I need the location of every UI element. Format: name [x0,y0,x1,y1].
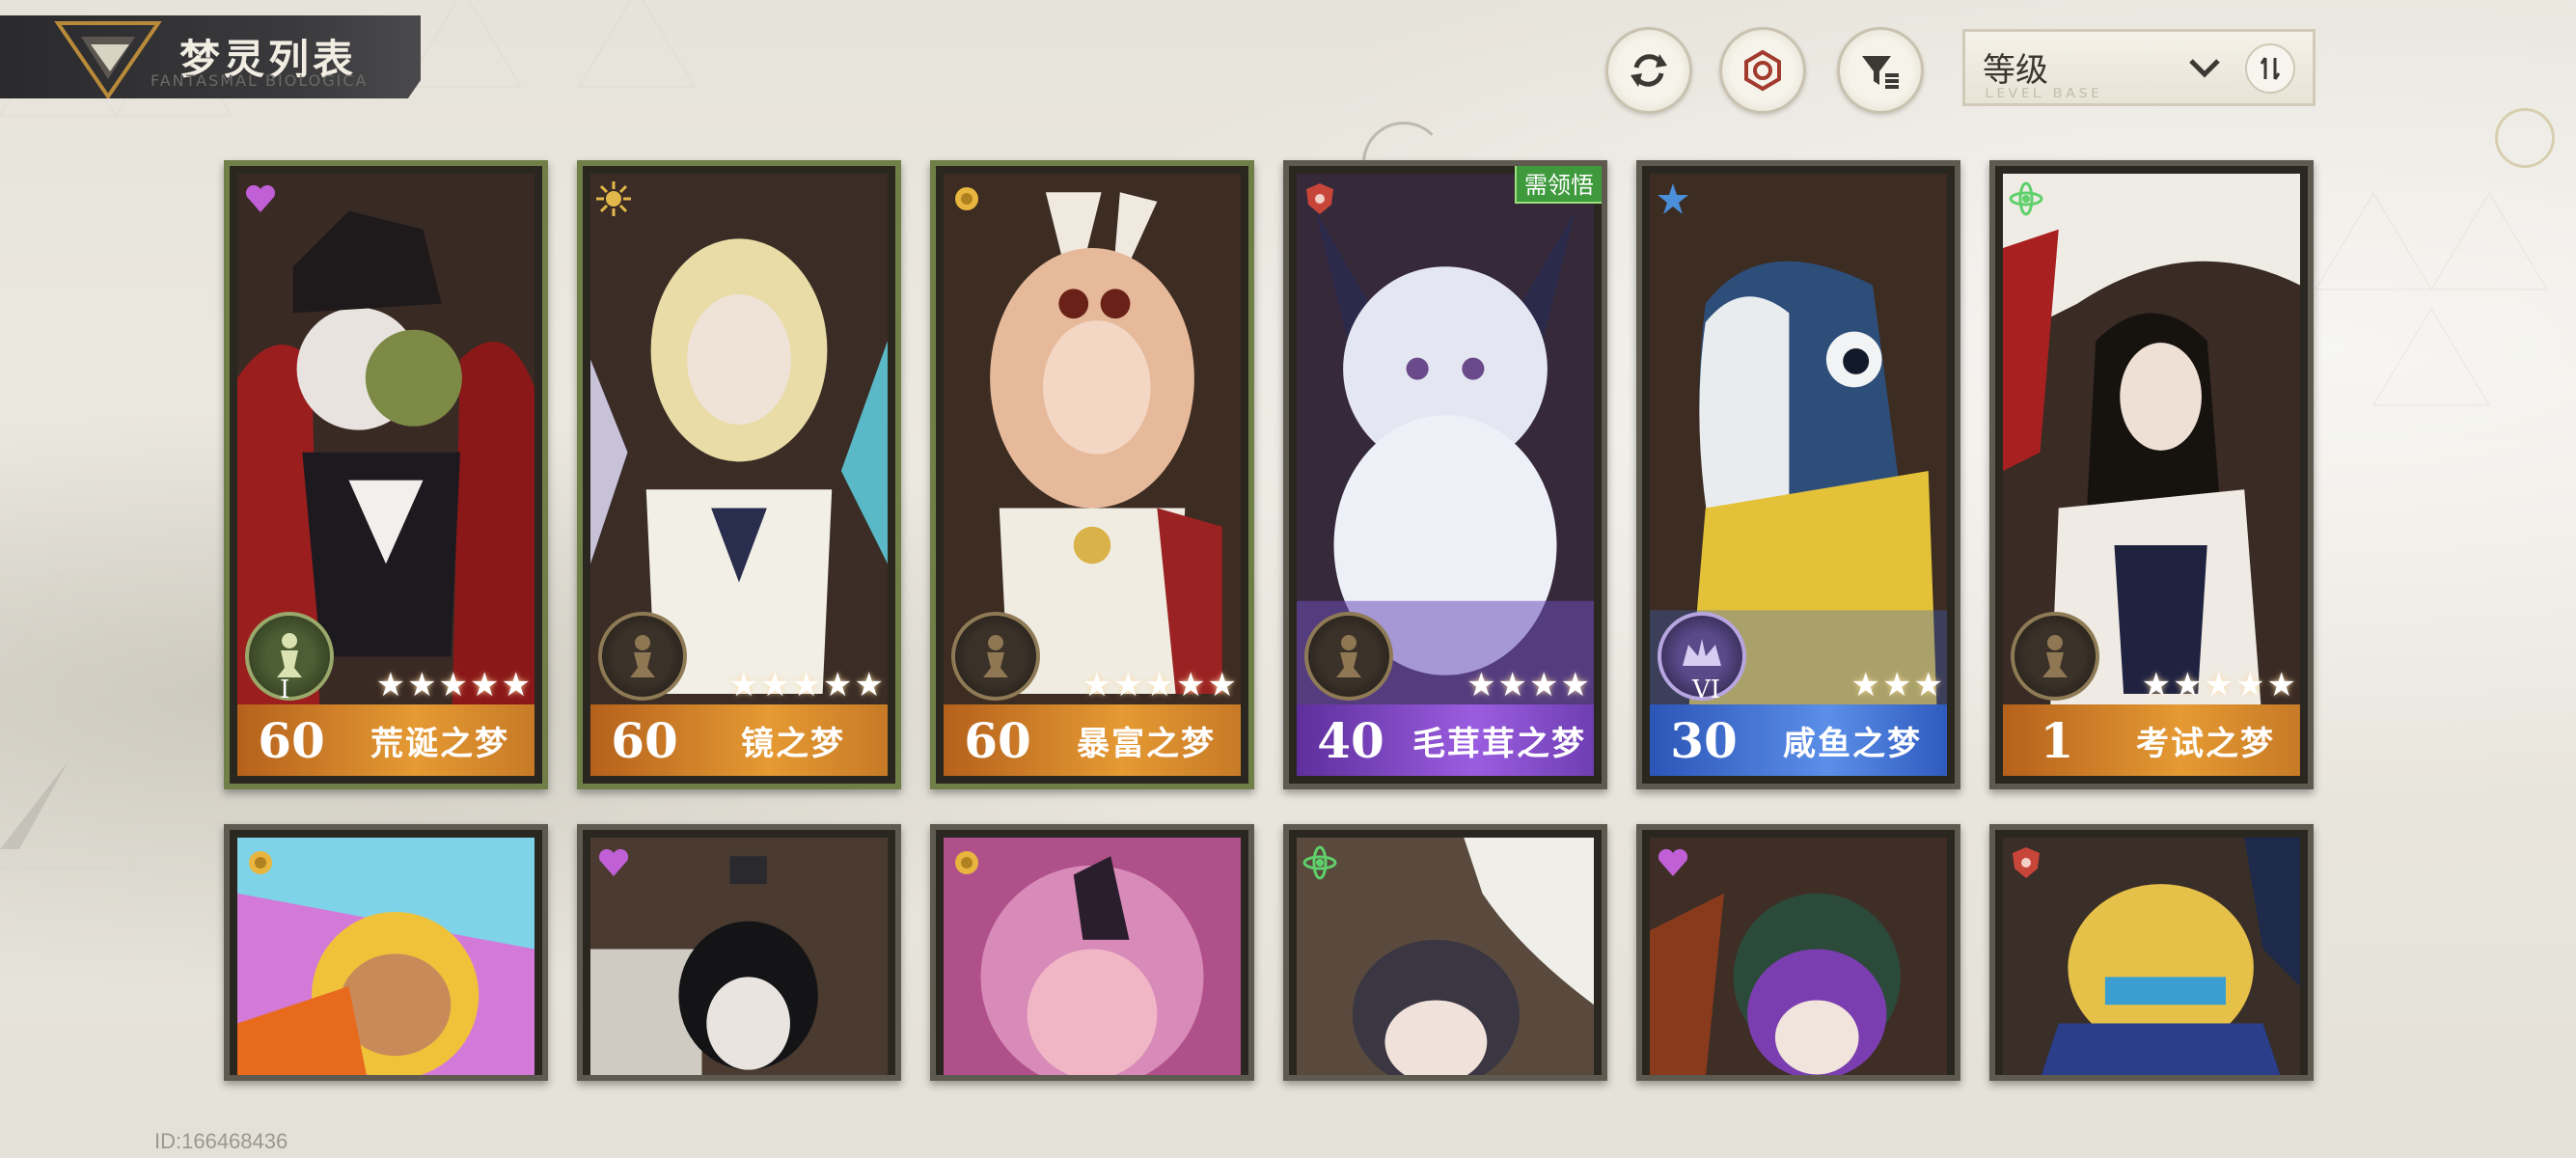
star-rating: ★★★ [1850,666,1945,704]
star-rating: ★★★★★ [1082,666,1239,704]
spirit-card[interactable] [577,824,901,1081]
spirit-name: 考试之梦 [2136,724,2275,763]
shield-element-icon [1306,183,1333,214]
spirit-name: 暴富之梦 [1077,724,1216,763]
coin-element-icon [955,851,978,874]
heart-element-icon [1658,848,1688,876]
spirit-card[interactable]: 需领悟 ★★★★ 40 毛茸茸之梦 [1283,160,1607,789]
card-footer: 40 毛茸茸之梦 [1297,704,1594,776]
character-portrait [1297,838,1594,1075]
character-portrait [1650,838,1947,1075]
coin-element-icon [249,851,272,874]
chess-pawn-icon [1336,635,1361,677]
rank-badge [1304,612,1393,701]
spirit-card[interactable]: ★★★★★ 1 考试之梦 [1989,160,2314,789]
spirit-level: 1 [2040,711,2074,769]
spirit-card[interactable] [1636,824,1960,1081]
page-subtitle: FANTASMAL BIOLOGICA [151,71,369,90]
target-button[interactable] [1719,27,1806,114]
spirit-level: 60 [611,711,678,769]
rank-badge [598,612,687,701]
card-footer: 60 荒诞之梦 [237,704,534,776]
spirit-level: 60 [258,711,325,769]
spirit-card[interactable] [930,824,1254,1081]
spirit-level: 30 [1670,711,1738,769]
spirit-card[interactable]: I ★★★★★ 60 荒诞之梦 [224,160,548,789]
card-footer: 60 镜之梦 [590,704,888,776]
card-footer: 30 咸鱼之梦 [1650,704,1947,776]
star-rating: ★★★★★ [375,666,533,704]
atom-element-icon [1302,845,1337,880]
character-portrait [237,838,534,1075]
target-icon [1744,49,1781,92]
heart-element-icon [598,848,629,876]
title-plate: 梦灵列表 FANTASMAL BIOLOGICA [0,15,421,98]
spirit-card[interactable]: VI ★★★ 30 咸鱼之梦 [1636,160,1960,789]
shield-element-icon [2013,847,2040,878]
spirit-level: 40 [1317,711,1384,769]
character-portrait [944,838,1241,1075]
chevron-down-icon [2189,59,2220,78]
rank-numeral: VI [1692,676,1721,704]
spirit-level: 60 [964,711,1031,769]
sort-order-icon [2260,57,2281,80]
refresh-icon [1631,54,1667,87]
card-footer: 60 暴富之梦 [944,704,1241,776]
requires-awakening-badge: 需领悟 [1515,166,1602,204]
spirit-name: 镜之梦 [741,724,845,763]
decor-ring [2495,108,2555,168]
card-footer: 1 考试之梦 [2003,704,2300,776]
filter-icon [1862,56,1899,89]
star-rating: ★★★★★ [2141,666,2298,704]
star-rating: ★★★★ [1466,666,1592,704]
sort-ghost-text: ʟᴇᴠᴇʟ ʙᴀꜱᴇ [1985,82,2102,102]
spirit-card[interactable] [1283,824,1607,1081]
character-portrait [2003,838,2300,1075]
rank-badge [951,612,1040,701]
spirit-card[interactable] [1989,824,2314,1081]
sort-order-button[interactable] [2245,43,2295,94]
star-element-icon [1658,183,1688,214]
chess-pawn-icon [983,635,1008,677]
character-portrait [590,838,888,1075]
refresh-button[interactable] [1605,27,1692,114]
user-id: ID:166468436 [154,1129,288,1153]
sun-element-icon [596,181,631,216]
spirit-name: 荒诞之梦 [370,724,509,763]
rank-badge [2011,612,2099,701]
atom-element-icon [2009,181,2043,216]
chess-pawn-icon [2042,635,2068,677]
sort-dropdown[interactable]: 等级 ʟᴇᴠᴇʟ ʙᴀꜱᴇ [1962,29,2316,106]
spirit-name: 毛茸茸之梦 [1412,724,1586,763]
app-logo-icon [54,21,162,98]
star-rating: ★★★★★ [728,666,886,704]
coin-element-icon [955,187,978,210]
spirit-card[interactable]: ★★★★★ 60 镜之梦 [577,160,901,789]
spirit-name: 咸鱼之梦 [1783,724,1922,763]
chess-pawn-icon [630,635,655,677]
rank-numeral: I [280,676,290,704]
spirit-card[interactable]: ★★★★★ 60 暴富之梦 [930,160,1254,789]
spirit-card[interactable] [224,824,548,1081]
heart-element-icon [245,184,276,212]
filter-button[interactable] [1837,27,1924,114]
